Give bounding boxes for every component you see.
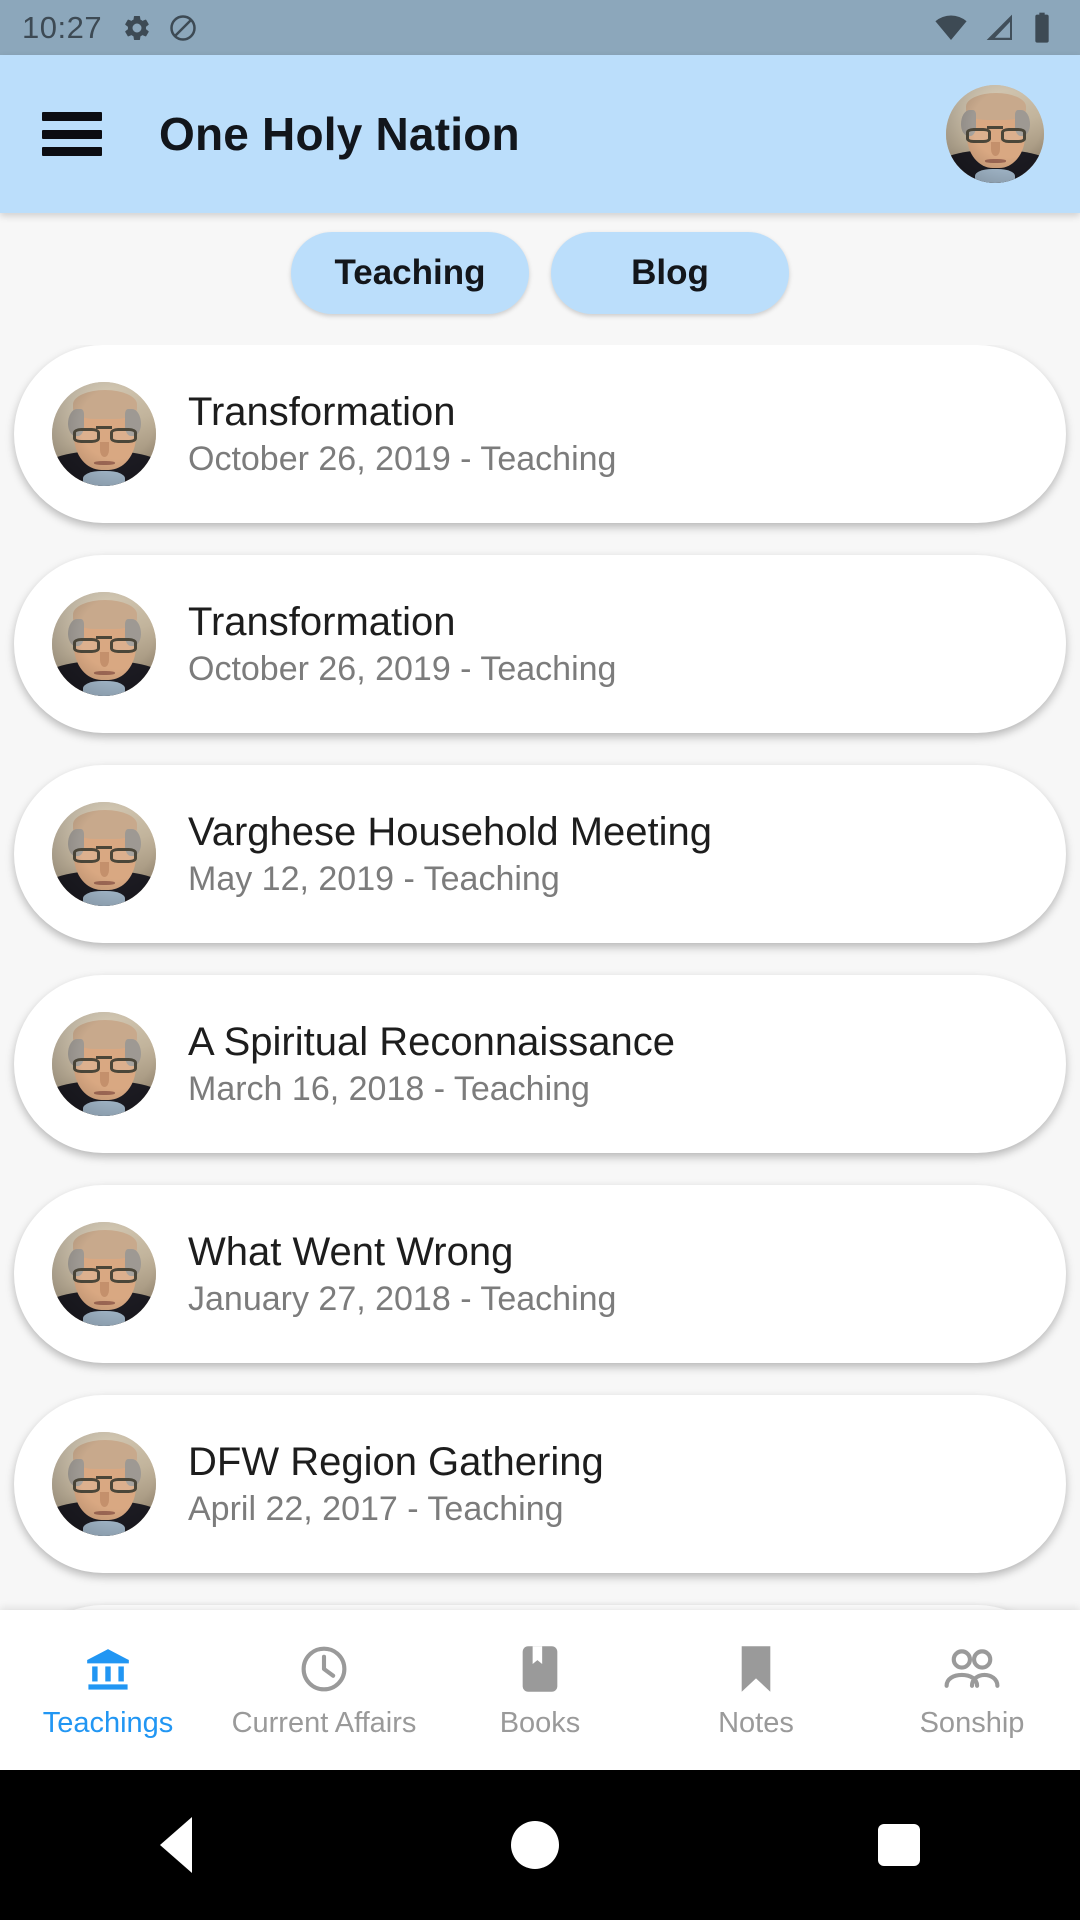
nav-label-books: Books <box>499 1706 581 1739</box>
list-item-subtitle: January 27, 2018 - Teaching <box>188 1280 617 1319</box>
system-navigation-bar <box>0 1770 1080 1920</box>
people-group-icon <box>942 1641 1002 1695</box>
recents-square-icon[interactable] <box>878 1824 921 1866</box>
nav-item-teachings[interactable]: Teachings <box>0 1641 216 1740</box>
teachings-list[interactable]: Transformation October 26, 2019 - Teachi… <box>0 345 1080 1650</box>
list-item[interactable]: Transformation October 26, 2019 - Teachi… <box>14 345 1066 523</box>
nav-label-sonship: Sonship <box>919 1706 1025 1739</box>
list-item-title: Transformation <box>188 599 456 644</box>
status-bar: 10:27 <box>0 0 1080 55</box>
filter-pill-bar: Teaching Blog <box>0 213 1080 333</box>
status-bar-clock: 10:27 <box>22 9 103 45</box>
do-not-disturb-icon <box>170 14 196 41</box>
list-item-title: DFW Region Gathering <box>188 1439 604 1484</box>
list-item-avatar <box>52 1432 156 1536</box>
nav-label-notes: Notes <box>718 1706 794 1739</box>
phone-screen: 10:27 One Holy Nation Teaching Blog Tran… <box>0 0 1080 1920</box>
list-item-subtitle: March 16, 2018 - Teaching <box>188 1070 590 1109</box>
list-item-title: Varghese Household Meeting <box>188 809 713 854</box>
list-item-text: What Went Wrong January 27, 2018 - Teach… <box>188 1230 616 1319</box>
clock-icon <box>298 1641 350 1695</box>
list-item-avatar <box>52 802 156 906</box>
list-item-title: A Spiritual Reconnaissance <box>188 1019 675 1064</box>
list-item[interactable]: DFW Region Gathering April 22, 2017 - Te… <box>14 1395 1066 1573</box>
list-item[interactable]: Transformation October 26, 2019 - Teachi… <box>14 555 1066 733</box>
list-item-text: A Spiritual Reconnaissance March 16, 201… <box>188 1020 675 1109</box>
filter-pill-blog[interactable]: Blog <box>551 232 789 314</box>
bottom-navigation-bar: Teachings Current Affairs Books Notes So… <box>0 1610 1080 1770</box>
list-item[interactable]: What Went Wrong January 27, 2018 - Teach… <box>14 1185 1066 1363</box>
list-item-text: Varghese Household Meeting May 12, 2019 … <box>188 810 712 899</box>
page-title: One Holy Nation <box>159 108 520 160</box>
status-bar-notification-icons <box>122 13 198 43</box>
hamburger-menu-icon[interactable] <box>42 112 102 156</box>
list-item-title: Transformation <box>188 389 456 434</box>
list-item[interactable]: A Spiritual Reconnaissance March 16, 201… <box>14 975 1066 1153</box>
list-item-avatar <box>52 1012 156 1116</box>
app-bar: One Holy Nation <box>0 55 1080 213</box>
list-item-text: Transformation October 26, 2019 - Teachi… <box>188 390 616 479</box>
filter-pill-teaching[interactable]: Teaching <box>291 232 529 314</box>
gear-icon <box>125 15 149 40</box>
list-item[interactable]: Varghese Household Meeting May 12, 2019 … <box>14 765 1066 943</box>
battery-icon <box>1035 12 1049 43</box>
list-item-text: Transformation October 26, 2019 - Teachi… <box>188 600 616 689</box>
nav-item-books[interactable]: Books <box>432 1641 648 1740</box>
nav-label-current-affairs: Current Affairs <box>231 1706 417 1739</box>
nav-item-current-affairs[interactable]: Current Affairs <box>216 1641 432 1740</box>
book-bookmark-icon <box>517 1641 563 1695</box>
bank-columns-icon <box>81 1641 135 1695</box>
nav-item-sonship[interactable]: Sonship <box>864 1641 1080 1740</box>
list-item-subtitle: October 26, 2019 - Teaching <box>188 650 617 689</box>
list-item-text: DFW Region Gathering April 22, 2017 - Te… <box>188 1440 604 1529</box>
cell-signal-icon <box>986 14 1012 40</box>
list-item-avatar <box>52 1222 156 1326</box>
status-bar-system-icons <box>934 12 1058 44</box>
profile-avatar[interactable] <box>946 85 1044 183</box>
nav-label-teachings: Teachings <box>42 1706 174 1739</box>
list-item-title: What Went Wrong <box>188 1229 514 1274</box>
list-item-avatar <box>52 382 156 486</box>
wifi-icon <box>935 14 967 40</box>
list-item-avatar <box>52 592 156 696</box>
back-triangle-icon[interactable] <box>159 1817 192 1873</box>
list-item-subtitle: April 22, 2017 - Teaching <box>188 1490 564 1529</box>
nav-item-notes[interactable]: Notes <box>648 1641 864 1740</box>
home-circle-icon[interactable] <box>510 1821 559 1869</box>
list-item-subtitle: October 26, 2019 - Teaching <box>188 440 617 479</box>
bookmark-icon <box>734 1641 778 1695</box>
list-item-subtitle: May 12, 2019 - Teaching <box>188 860 560 899</box>
